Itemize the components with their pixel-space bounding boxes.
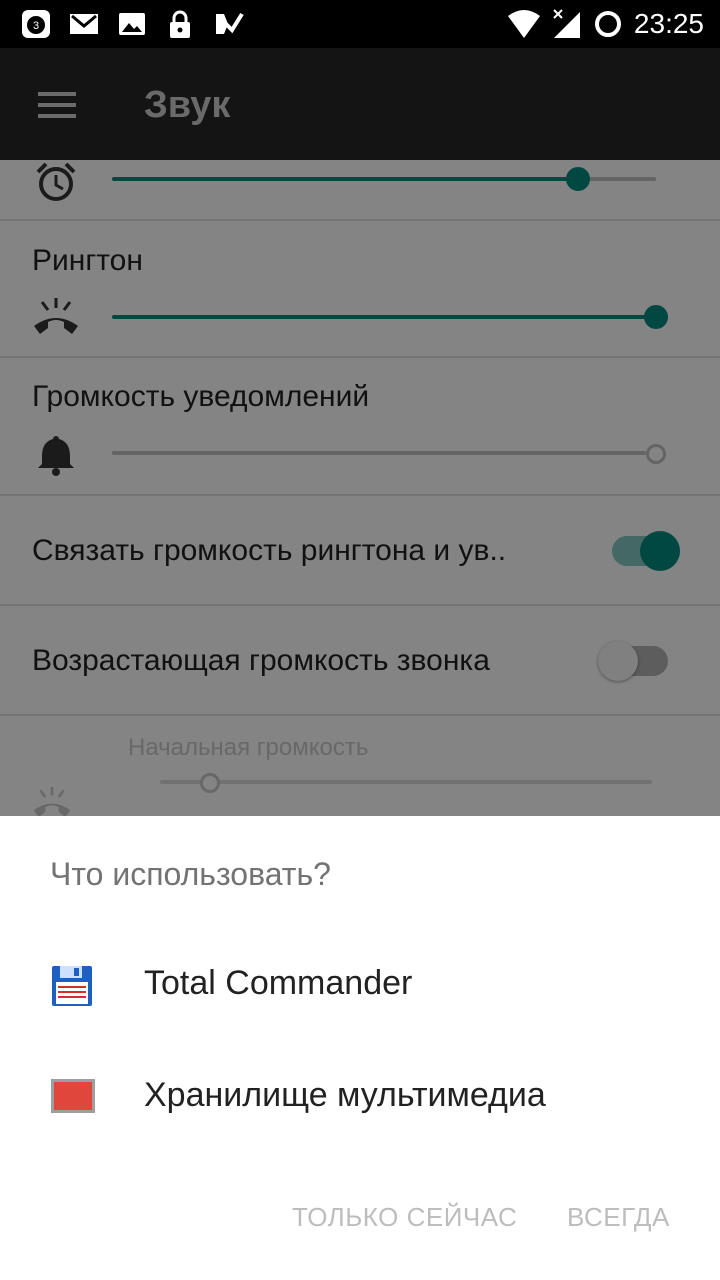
page-title: Звук	[144, 84, 231, 126]
floppy-disk-icon	[52, 966, 92, 1006]
chooser-title: Что использовать?	[50, 856, 331, 892]
just-once-button[interactable]: ТОЛЬКО СЕЙЧАС	[292, 1202, 517, 1233]
gmail-icon	[70, 14, 98, 34]
lock-icon	[170, 10, 190, 38]
dialog-scrim[interactable]	[0, 160, 720, 816]
clock: 23:25	[633, 8, 704, 39]
sync-icon	[595, 11, 621, 37]
app-label: Хранилище мультимедиа	[144, 1076, 546, 1114]
status-bar: 3 23:25	[0, 0, 720, 48]
app-bar	[0, 48, 720, 160]
hamburger-menu-icon[interactable]	[38, 92, 76, 118]
app-item-total-commander[interactable]: Total Commander	[0, 936, 720, 1036]
media-storage-icon	[51, 1079, 95, 1113]
app-label: Total Commander	[144, 964, 413, 1002]
wifi-icon	[508, 10, 540, 38]
app-item-media-storage[interactable]: Хранилище мультимедиа	[0, 1048, 720, 1148]
tasks-icon	[216, 12, 244, 34]
always-button[interactable]: ВСЕГДА	[567, 1202, 670, 1233]
app-chooser-sheet: Что использовать? Total Commander Хранил…	[0, 816, 720, 1280]
notification-count-icon: 3	[22, 10, 50, 38]
svg-text:3: 3	[33, 20, 39, 32]
image-icon	[119, 13, 145, 35]
signal-icon	[553, 9, 580, 38]
